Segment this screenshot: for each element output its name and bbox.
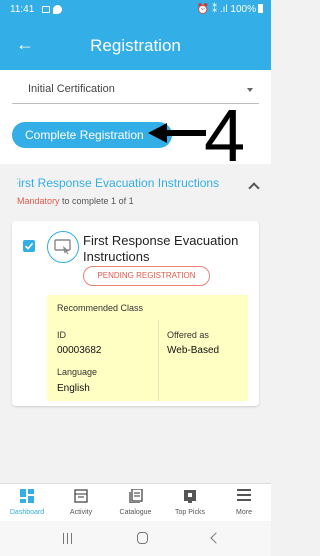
section-progress: Mandatory to complete 1 of 1 <box>17 196 134 206</box>
status-time: 11:41 <box>10 4 35 15</box>
checkmark-icon <box>24 242 34 250</box>
mandatory-label: Mandatory <box>17 196 60 206</box>
nav-label-dashboard: Dashboard <box>9 509 45 516</box>
system-nav-bar <box>0 521 271 556</box>
nav-label-top-picks: Top Picks <box>175 509 205 516</box>
nav-item-dashboard[interactable]: Dashboard <box>0 484 54 522</box>
language-label: Language <box>57 367 98 377</box>
section-header[interactable]: First Response Evacuation Instructions M… <box>0 164 271 214</box>
section-title-text: First Response Evacuation Instructions <box>17 176 220 190</box>
info-divider <box>158 320 159 401</box>
annotation-arrow-icon <box>148 123 206 143</box>
recommended-class-panel: Recommended Class ID 00003682 Offered as… <box>47 295 248 401</box>
status-indicators: ⏰ ⁑ .ıl 100% <box>197 4 263 15</box>
progress-text: to complete 1 of 1 <box>59 196 134 206</box>
offered-as-value: Web-Based <box>167 345 220 356</box>
certification-select-value: Initial Certification <box>28 83 115 95</box>
course-checkbox[interactable] <box>23 240 35 252</box>
nav-item-top-picks[interactable]: Top Picks <box>163 484 217 522</box>
language-value: English <box>57 383 90 394</box>
nav-label-activity: Activity <box>69 509 93 516</box>
status-right-text: ⏰ ⁑ .ıl 100% <box>196 4 256 15</box>
chevron-up-icon[interactable] <box>248 182 260 194</box>
offered-as-label: Offered as <box>167 330 209 340</box>
dropdown-caret-icon <box>247 88 253 92</box>
recents-icon[interactable] <box>63 533 73 544</box>
bottom-nav: Dashboard Activity Catalogue Top Picks M… <box>0 483 271 521</box>
course-title[interactable]: First Response Evacuation Instructions <box>83 233 253 265</box>
gallery-notification-icon <box>42 6 50 13</box>
course-type-icon <box>47 231 79 263</box>
activity-icon <box>74 489 88 503</box>
app-bar: ← Registration <box>0 20 271 70</box>
online-course-icon <box>54 239 71 255</box>
home-icon[interactable] <box>137 532 148 544</box>
nav-item-activity[interactable]: Activity <box>54 484 108 522</box>
battery-icon <box>258 4 263 13</box>
dashboard-icon <box>20 489 34 503</box>
page-title: Registration <box>90 36 181 55</box>
nav-item-more[interactable]: More <box>217 484 271 522</box>
catalogue-icon <box>128 489 143 503</box>
id-value: 00003682 <box>57 345 102 356</box>
nav-label-more: More <box>236 509 252 516</box>
nav-item-catalogue[interactable]: Catalogue <box>108 484 163 522</box>
id-label: ID <box>57 330 66 340</box>
system-back-icon[interactable] <box>210 532 222 544</box>
top-picks-icon <box>184 490 196 503</box>
status-bar: 11:41 ⏰ ⁑ .ıl 100% <box>0 0 271 20</box>
section-title: First Response Evacuation Instructions <box>17 176 242 190</box>
course-card: First Response Evacuation Instructions P… <box>12 221 259 406</box>
status-badge: PENDING REGISTRATION <box>83 266 210 286</box>
recommended-class-heading: Recommended Class <box>57 303 144 313</box>
menu-icon <box>237 489 251 501</box>
nav-label-catalogue: Catalogue <box>119 509 152 516</box>
whatsapp-notification-icon <box>53 5 62 14</box>
